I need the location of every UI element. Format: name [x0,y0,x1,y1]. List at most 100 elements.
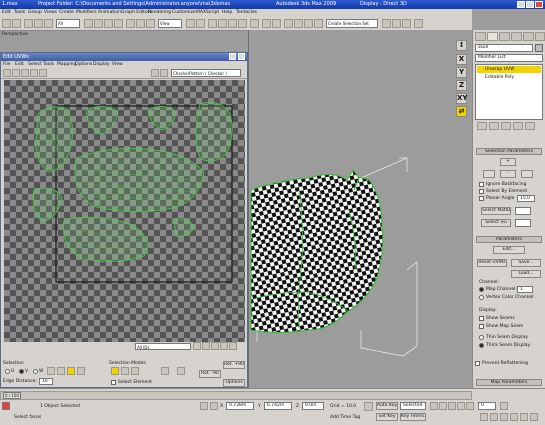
y-coordinate-field[interactable]: 6.742m [264,402,292,410]
material-editor-icon[interactable] [314,19,323,28]
link-icon[interactable] [24,19,33,28]
uv-zoom-extents-icon[interactable] [220,342,228,350]
uv-w-radio[interactable] [33,369,38,374]
object-color-swatch[interactable] [535,44,543,52]
show-map-seam-checkbox[interactable] [479,324,484,329]
selection-filter-dropdown[interactable]: All [56,19,80,28]
map-channel-radio[interactable] [479,287,484,292]
undo-icon[interactable] [2,19,11,28]
pivot-center-icon[interactable] [186,19,195,28]
uv-menu-select[interactable]: Select [28,62,42,67]
parameters-rollout[interactable]: Parameters [476,236,542,243]
menu-animation[interactable]: Animation [98,10,121,15]
motion-tab-icon[interactable] [511,32,522,41]
maximize-button[interactable] [526,1,534,8]
field-of-view-icon[interactable] [510,413,518,421]
save-button[interactable]: Save... [511,259,541,267]
zoom-all-icon[interactable] [490,413,498,421]
mat-id-field[interactable] [515,207,531,215]
select-ring-button[interactable] [483,170,495,178]
time-slider-thumb[interactable]: 0 / 100 [3,392,21,399]
modifier-list-dropdown[interactable]: Modifier List [475,54,543,62]
select-move-icon[interactable] [126,19,135,28]
pan-view-icon[interactable] [520,413,528,421]
menu-tentacles[interactable]: Tentacles [236,10,257,15]
angle-snap-icon[interactable] [218,19,227,28]
menu-create[interactable]: Create [59,10,74,15]
uv-move-icon[interactable] [3,69,11,77]
spinner-snap-icon[interactable] [238,19,247,28]
uv-menu-edit[interactable]: Edit [15,62,24,67]
select-shrink-button[interactable]: - [500,170,516,178]
edit-button[interactable]: Edit... [493,246,525,254]
uv-menu-view[interactable]: View [112,62,123,67]
current-frame-field[interactable]: 0 [478,402,496,410]
uv-menu-display[interactable]: Display [93,62,110,67]
select-by-element-checkbox[interactable] [479,189,484,194]
align-icon[interactable] [272,19,281,28]
uv-u-radio[interactable] [5,369,10,374]
uv-rot-plus-90-button[interactable]: Rot. +90 [223,361,245,369]
configure-modifier-sets-icon[interactable] [525,122,535,130]
stack-item-editable-poly[interactable]: Editable Poly [477,74,541,81]
menu-modifiers[interactable]: Modifiers [76,10,97,15]
minimize-button[interactable] [517,1,525,8]
go-to-start-icon[interactable] [430,402,438,410]
play-icon[interactable] [448,402,456,410]
select-grow-button[interactable]: + [500,158,516,166]
window-crossing-icon[interactable] [114,19,123,28]
redo-icon[interactable] [12,19,21,28]
ignore-backfacing-checkbox[interactable] [479,182,484,187]
uv-coordinate-icon[interactable] [160,69,168,77]
planar-angle-checkbox[interactable] [479,196,484,201]
uv-rotate-icon[interactable] [12,69,20,77]
uv-menu-options[interactable]: Options [75,62,92,67]
named-selection-sets-dropdown[interactable]: Create Selection Set [326,19,378,28]
pin-stack-icon[interactable] [477,122,487,130]
remove-modifier-icon[interactable] [513,122,523,130]
select-by-name-icon[interactable] [94,19,103,28]
load-button[interactable]: Load... [511,270,541,278]
uv-menu-mapping[interactable]: Mapping [57,62,76,67]
zoom-extents-icon[interactable] [500,413,508,421]
time-configuration-icon[interactable] [500,402,508,410]
uv-channel-dropdown[interactable]: All IDs [135,343,191,350]
uv-options-button[interactable]: Options [223,379,245,387]
uv-vertex-mode-icon[interactable] [111,367,119,375]
maxscript-mini-listener[interactable] [2,402,10,410]
schematic-view-icon[interactable] [304,19,313,28]
menu-views[interactable]: Views [44,10,57,15]
select-object-icon[interactable] [84,19,93,28]
select-loop-button[interactable] [521,170,533,178]
unlink-icon[interactable] [34,19,43,28]
percent-snap-icon[interactable] [228,19,237,28]
manipulate-icon[interactable] [196,19,205,28]
viewport-label[interactable]: Perspective [2,32,28,37]
uv-menu-tools[interactable]: Tools [43,62,54,67]
uv-editor-canvas[interactable] [4,80,245,342]
close-button[interactable] [535,1,543,8]
uv-scale-icon[interactable] [21,69,29,77]
select-rotate-icon[interactable] [136,19,145,28]
uv-edge-distance-field[interactable]: 16 [39,378,53,385]
restrict-y-icon[interactable]: Y [456,67,467,78]
uv-lock-icon[interactable] [47,367,55,375]
menu-maxscript[interactable]: MAXScript [196,10,219,15]
uv-freeform-icon[interactable] [30,69,38,77]
time-slider[interactable]: 0 / 100 [0,391,472,400]
auto-key-button[interactable]: Auto Key [376,402,398,410]
edit-named-selection-icon[interactable] [250,19,259,28]
uv-show-map-icon[interactable] [151,69,159,77]
key-mode-dropdown[interactable]: Selected [400,402,426,410]
thin-seam-radio[interactable] [479,335,484,340]
absolute-mode-icon[interactable] [210,402,218,410]
select-sg-button[interactable]: Select SG [481,219,511,227]
rendered-frame-window-icon[interactable] [392,19,401,28]
teapot-render-icon[interactable] [414,19,423,28]
x-coordinate-field[interactable]: 0.738m [226,402,254,410]
uv-filter-selected-icon[interactable] [67,367,75,375]
uv-zoom-selected-icon[interactable] [229,342,237,350]
vertex-color-channel-radio[interactable] [479,295,484,300]
uv-texture-dropdown[interactable]: CheckerPattern ( Checker ) [171,69,241,77]
uv-close-button[interactable] [238,53,245,60]
